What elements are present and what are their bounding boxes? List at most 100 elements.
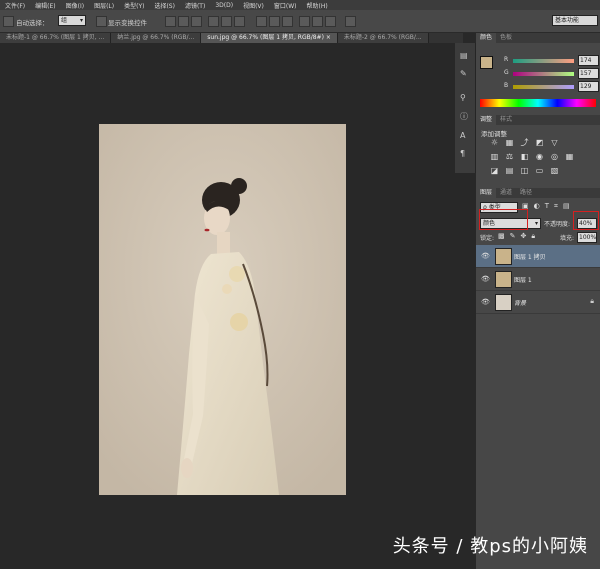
menu-image[interactable]: 图像(I) [61,1,89,10]
tab-swatches[interactable]: 色板 [496,33,516,43]
menu-filter[interactable]: 滤镜(T) [180,1,210,10]
layers-tabs: 图层 通道 路径 [476,188,600,198]
color-spectrum[interactable] [480,99,596,107]
tab-sun[interactable]: sun.jpg @ 66.7% (图层 1 拷贝, RGB/8#) × [201,33,338,43]
fill-value: 100% [579,234,597,241]
tab-layers[interactable]: 图层 [476,188,497,198]
adjust-icons-row-3: ◪ ▤ ◫ ▭ ▧ [490,167,559,175]
clone-icon[interactable]: ⚲ [460,93,466,102]
selective-color-icon[interactable]: ▧ [550,167,559,175]
align-right-icon[interactable] [234,16,245,27]
visibility-eye-icon[interactable]: 👁︎ [481,252,490,260]
exposure-icon[interactable]: ◩ [535,139,544,147]
layer-name: 背景 [514,300,527,307]
tab-untitled-2[interactable]: 未标题-2 @ 66.7% (RGB/... [337,33,429,43]
filter-type-icon[interactable]: T [545,202,549,211]
auto-select-dropdown[interactable]: 组 ▾ [58,15,86,26]
hue-saturation-icon[interactable]: ▥ [490,153,499,161]
slider-blue-value[interactable]: 129 [578,81,599,92]
menu-edit[interactable]: 编辑(E) [30,1,60,10]
tab-adjustments[interactable]: 调整 [476,115,497,125]
menu-type[interactable]: 类型(Y) [119,1,149,10]
filter-smart-icon[interactable]: ▤ [563,202,570,211]
curves-icon[interactable]: ⤴ [520,139,529,147]
tab-styles[interactable]: 样式 [496,115,516,125]
threshold-icon[interactable]: ◫ [520,167,529,175]
levels-icon[interactable]: ▦ [505,139,514,147]
color-lookup-icon[interactable]: ▦ [565,153,574,161]
slider-red: R 174 [480,55,599,67]
align-center-icon[interactable] [221,16,232,27]
tab-nalan[interactable]: 纳兰.jpg @ 66.7% (RGB/... [111,33,202,43]
slider-blue-track[interactable] [513,85,574,89]
tab-channels[interactable]: 通道 [496,188,516,198]
menu-select[interactable]: 选择(S) [149,1,180,10]
slider-red-label: R [504,56,509,63]
posterize-icon[interactable]: ▤ [505,167,514,175]
tab-color[interactable]: 颜色 [476,33,497,43]
lock-all-icon[interactable]: 🔒︎ [531,232,535,241]
menu-bar: 文件(F) 编辑(E) 图像(I) 图层(L) 类型(Y) 选择(S) 滤镜(T… [0,0,600,10]
align-top-icon[interactable] [165,16,176,27]
align-middle-icon[interactable] [178,16,189,27]
annotation-box-blend [479,209,528,230]
menu-help[interactable]: 帮助(H) [302,1,333,10]
distribute-bottom-icon[interactable] [282,16,293,27]
auto-align-icon[interactable] [345,16,356,27]
brush-icon[interactable]: ✎ [460,69,467,78]
visibility-eye-icon[interactable]: 👁︎ [481,298,490,306]
menu-window[interactable]: 窗口(W) [269,1,302,10]
document-tabs: 未标题-1 @ 66.7% (图层 1 拷贝, ... 纳兰.jpg @ 66.… [0,33,463,43]
document-image[interactable] [99,124,346,495]
chevron-down-icon: ▾ [534,220,538,227]
lock-transparent-icon[interactable]: ▩ [498,232,505,241]
menu-layer[interactable]: 图层(L) [89,1,119,10]
adjust-icons-row-2: ▥ ⚖ ◧ ◉ ◎ ▦ [490,153,574,161]
visibility-eye-icon[interactable]: 👁︎ [481,275,490,283]
workspace-dropdown[interactable]: 基本功能 [552,15,598,26]
checkbox-show-transform[interactable] [96,16,107,27]
layer-row[interactable]: 👁︎ 图层 1 [476,268,600,291]
distribute-left-icon[interactable] [299,16,310,27]
auto-select-value: 组 [61,17,68,24]
slider-green: G 157 [480,68,599,80]
lock-position-icon[interactable]: ✥ [521,232,527,241]
gradient-map-icon[interactable]: ▭ [535,167,544,175]
menu-file[interactable]: 文件(F) [0,1,30,10]
slider-green-value[interactable]: 157 [578,68,599,79]
align-left-icon[interactable] [208,16,219,27]
layer-row[interactable]: 👁︎ 背景 🔒︎ [476,291,600,314]
brightness-icon[interactable]: ☼ [490,139,499,147]
tab-paths[interactable]: 路径 [516,188,536,198]
align-bottom-icon[interactable] [191,16,202,27]
invert-icon[interactable]: ◪ [490,167,499,175]
character-icon[interactable]: A [460,131,465,140]
color-balance-icon[interactable]: ⚖ [505,153,514,161]
checkbox-auto-select[interactable] [3,16,14,27]
info-icon[interactable]: ⓘ [460,111,468,122]
filter-adjust-icon[interactable]: ◐ [534,202,540,211]
distribute-top-icon[interactable] [256,16,267,27]
history-icon[interactable]: ▤ [460,51,468,60]
menu-view[interactable]: 视图(V) [238,1,269,10]
slider-red-track[interactable] [513,59,574,63]
lock-pixels-icon[interactable]: ✎ [510,232,516,241]
channel-mixer-icon[interactable]: ◎ [550,153,559,161]
vibrance-icon[interactable]: ▽ [550,139,559,147]
menu-3d[interactable]: 3D(D) [210,2,238,9]
distribute-center-icon[interactable] [312,16,323,27]
black-white-icon[interactable]: ◧ [520,153,529,161]
paragraph-icon[interactable]: ¶ [460,149,465,158]
slider-red-value[interactable]: 174 [578,55,599,66]
panel-icon-strip: ▤ ✎ ⚲ ⓘ A ¶ [455,43,476,173]
layer-row[interactable]: 👁︎ 图层 1 拷贝 [476,245,600,268]
tab-untitled-1[interactable]: 未标题-1 @ 66.7% (图层 1 拷贝, ... [0,33,112,43]
chevron-down-icon: ▾ [79,17,83,24]
slider-blue-label: B [504,82,509,89]
distribute-middle-icon[interactable] [269,16,280,27]
slider-green-track[interactable] [513,72,574,76]
distribute-right-icon[interactable] [325,16,336,27]
fill-input[interactable]: 100% [577,232,597,243]
photo-filter-icon[interactable]: ◉ [535,153,544,161]
filter-shape-icon[interactable]: ⌗ [554,202,558,211]
